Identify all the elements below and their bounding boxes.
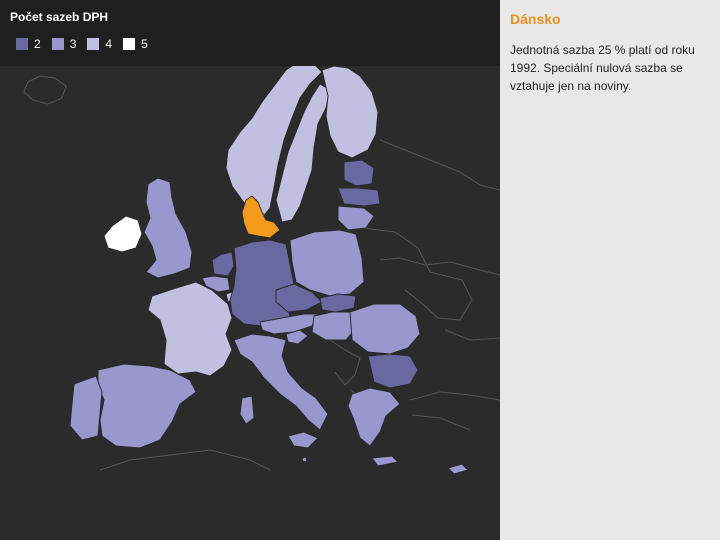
info-panel: Dánsko Jednotná sazba 25 % platí od roku… (500, 0, 720, 540)
region-france[interactable] (147, 281, 233, 377)
map-panel: Počet sazeb DPH 2 3 4 5 (0, 0, 500, 540)
legend-label: 2 (34, 37, 41, 51)
legend-swatch (51, 38, 64, 50)
legend-label: 5 (141, 37, 148, 51)
region-poland[interactable] (289, 229, 365, 297)
region-sardinia[interactable] (239, 395, 255, 425)
region-cyprus[interactable] (447, 463, 469, 475)
legend-item: 4 (87, 37, 112, 51)
info-text: Jednotná sazba 25 % platí od roku 1992. … (510, 43, 695, 93)
legend-item: 2 (16, 37, 41, 51)
region-spain[interactable] (97, 363, 197, 449)
legend-swatch (123, 38, 136, 50)
legend-item: 3 (51, 37, 77, 51)
region-latvia[interactable] (337, 187, 381, 207)
region-germany[interactable] (229, 239, 295, 327)
legend-item: 5 (123, 37, 148, 51)
legend-title: Počet sazeb DPH (10, 10, 109, 24)
region-sicily[interactable] (287, 431, 319, 449)
region-finland[interactable] (321, 65, 379, 159)
info-title: Dánsko (510, 11, 561, 27)
region-portugal[interactable] (69, 375, 103, 441)
region-united-kingdom[interactable] (143, 177, 193, 279)
legend-swatch (87, 38, 100, 50)
region-greece[interactable] (347, 387, 401, 447)
outline-iceland (23, 75, 67, 105)
outline-turkey (409, 391, 500, 431)
europe-map[interactable] (0, 0, 500, 540)
outline-north-africa (99, 449, 271, 471)
outline-russia-east (379, 139, 500, 276)
region-romania[interactable] (349, 303, 421, 355)
region-ireland[interactable] (103, 215, 143, 253)
legend-label: 3 (69, 37, 77, 51)
region-lithuania[interactable] (337, 205, 375, 231)
legend-items: 2 3 4 5 (16, 37, 159, 51)
legend-bar: Počet sazeb DPH 2 3 4 5 (0, 0, 500, 66)
legend-label: 4 (105, 37, 113, 51)
region-netherlands[interactable] (211, 251, 235, 277)
region-malta[interactable] (301, 456, 308, 463)
region-crete[interactable] (371, 455, 399, 467)
legend-swatch (16, 38, 28, 50)
region-bulgaria[interactable] (367, 353, 419, 389)
region-slovakia[interactable] (319, 293, 357, 313)
region-estonia[interactable] (343, 159, 375, 187)
